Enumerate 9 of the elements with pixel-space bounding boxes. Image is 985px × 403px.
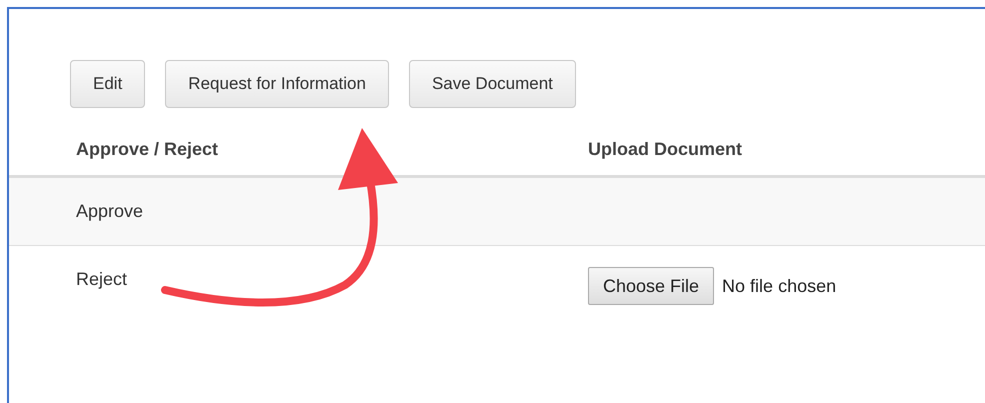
toolbar-button[interactable]: Save Document [408, 60, 576, 108]
choose-file-button[interactable]: Choose File [588, 267, 714, 305]
column-header: Approve / Reject [76, 139, 218, 159]
file-status: No file chosen [722, 274, 836, 298]
toolbar-button[interactable]: Request for Information [165, 60, 389, 108]
toolbar-button[interactable]: Edit [70, 60, 146, 108]
column-header: Upload Document [588, 139, 742, 159]
table-cell: Approve [76, 201, 144, 221]
table-cell: Reject [76, 269, 128, 289]
